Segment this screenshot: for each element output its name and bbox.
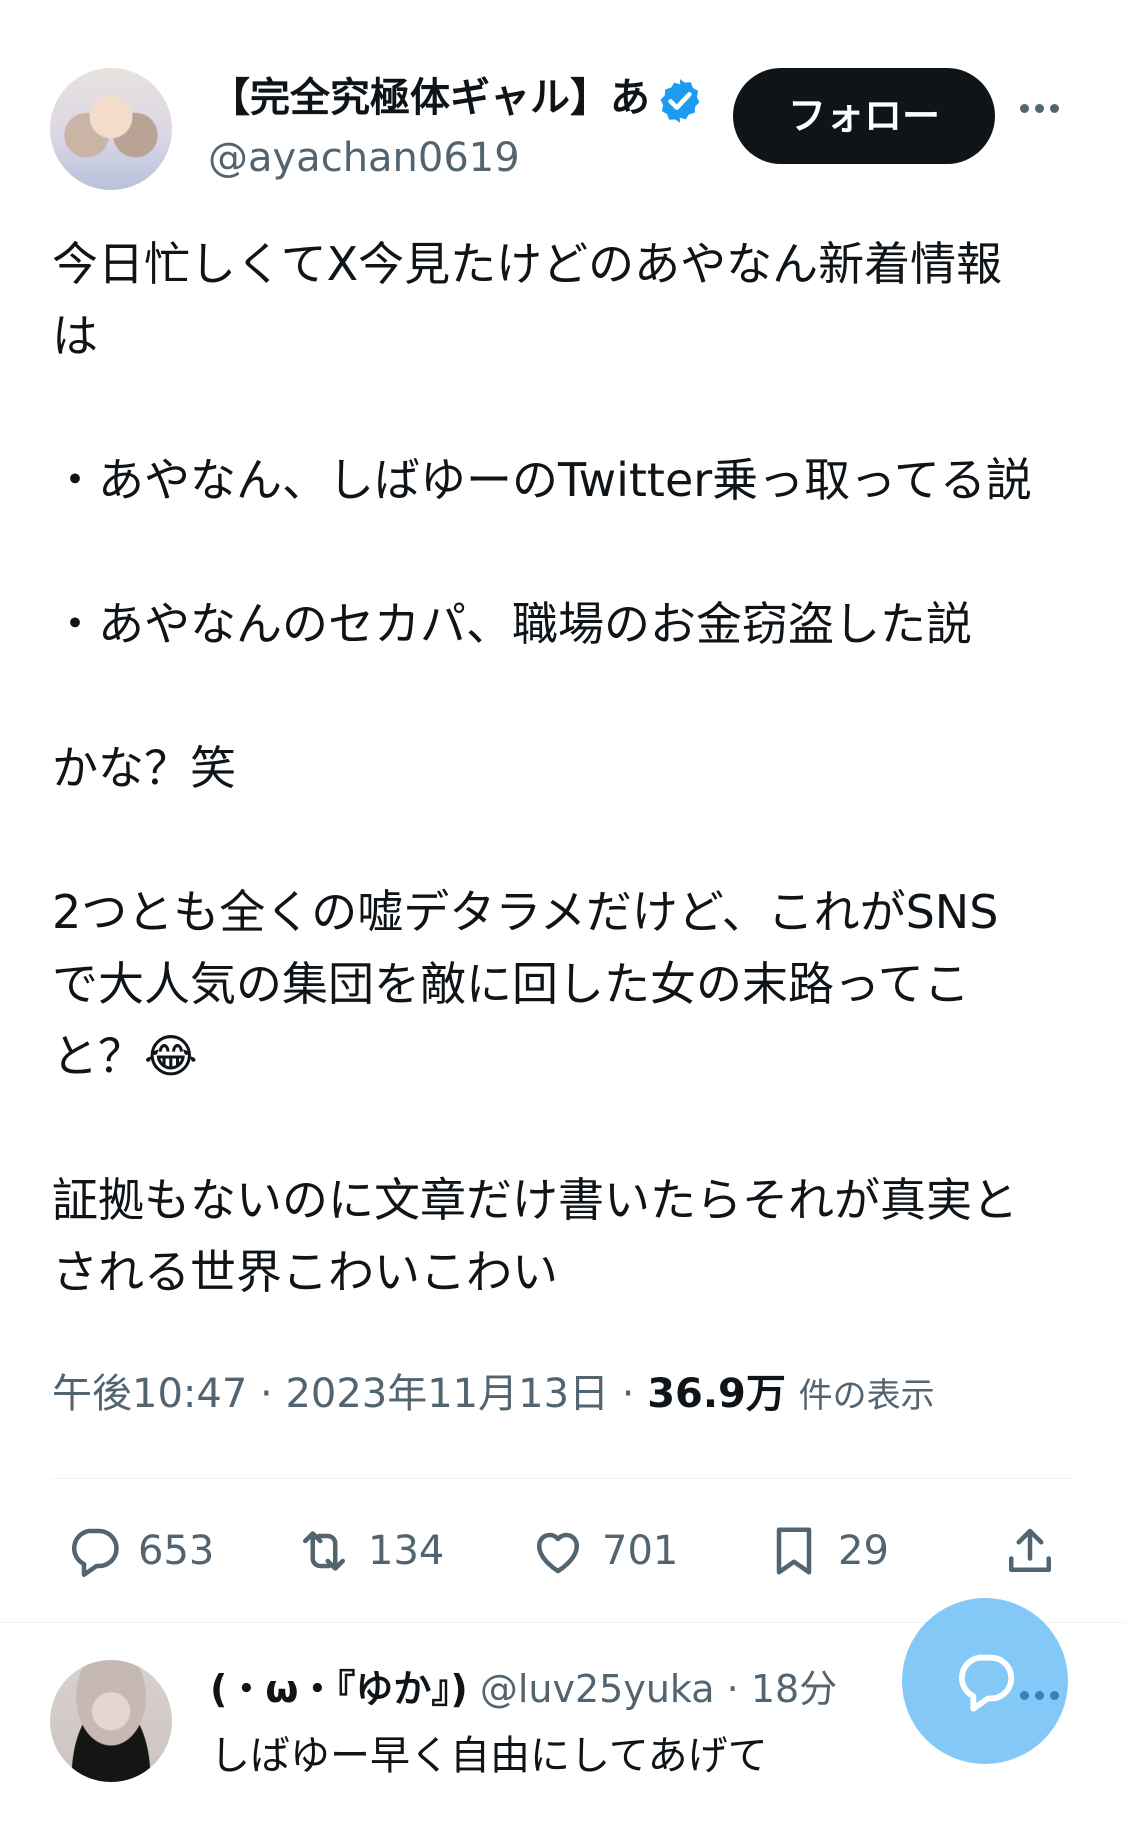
reply-handle[interactable]: @luv25yuka — [480, 1667, 715, 1711]
reply-text: しばゆー早く自由にしてあげて — [210, 1733, 768, 1779]
tweet-text: 今日忙しくてX今見たけどのあやなん新着情報 は ・あやなん、しばゆーのTwitt… — [52, 237, 1032, 1299]
reply-display-name[interactable]: (・ω・『ゆか』) — [210, 1667, 468, 1711]
tweet-meta: 午後10:47 · 2023年11月13日 · 36.9万 件の表示 — [52, 1371, 935, 1417]
retweet-button[interactable]: 134 — [294, 1520, 444, 1582]
divider — [52, 1478, 1074, 1479]
like-count: 701 — [602, 1528, 679, 1574]
share-icon — [1009, 1528, 1051, 1572]
reply-button[interactable]: 653 — [64, 1520, 214, 1582]
tweet-date[interactable]: 2023年11月13日 — [285, 1371, 609, 1417]
bookmark-count: 29 — [838, 1528, 889, 1574]
bookmark-button[interactable]: 29 — [764, 1520, 889, 1582]
more-options-icon[interactable] — [1020, 98, 1070, 138]
retweet-count: 134 — [368, 1528, 445, 1574]
reply-icon — [71, 1528, 119, 1577]
chat-bubble-icon — [959, 1654, 1015, 1712]
author-handle[interactable]: @ayachan0619 — [208, 130, 520, 186]
share-button[interactable] — [1000, 1520, 1074, 1582]
heart-icon — [537, 1532, 579, 1574]
reply-avatar[interactable] — [50, 1660, 172, 1782]
views-count: 36.9万 — [647, 1371, 786, 1417]
reply-count: 653 — [138, 1528, 215, 1574]
author-avatar[interactable] — [50, 68, 172, 190]
floating-reply-button[interactable] — [902, 1598, 1068, 1764]
reply-header: (・ω・『ゆか』) @luv25yuka · 18分 — [210, 1667, 838, 1711]
verified-badge-icon — [660, 79, 700, 123]
retweet-icon — [303, 1531, 345, 1571]
tweet-time[interactable]: 午後10:47 — [52, 1371, 247, 1417]
follow-button[interactable]: フォロー — [733, 68, 995, 164]
reply-time[interactable]: 18分 — [751, 1667, 837, 1711]
bookmark-icon — [776, 1527, 812, 1575]
author-display-name[interactable]: 【完全究極体ギャル】あ — [210, 70, 650, 126]
views-label: 件の表示 — [798, 1376, 935, 1416]
like-button[interactable]: 701 — [528, 1520, 678, 1582]
